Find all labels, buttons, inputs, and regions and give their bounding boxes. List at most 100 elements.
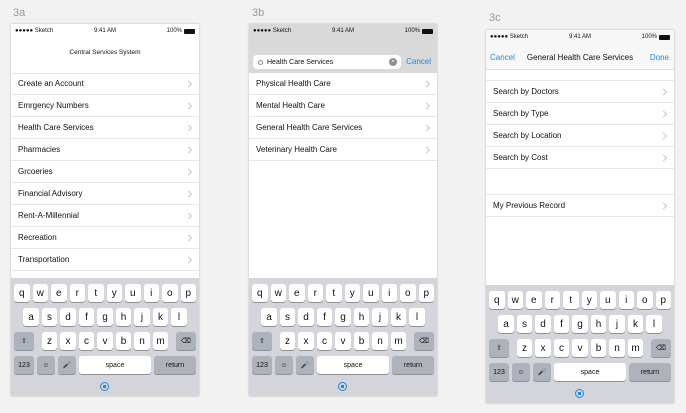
key-e[interactable]: e — [51, 284, 67, 302]
list-item-create-account[interactable]: Create an Account — [11, 73, 199, 95]
key-q[interactable]: q — [252, 284, 268, 302]
key-p[interactable]: p — [180, 284, 196, 302]
key-y[interactable]: y — [581, 291, 597, 309]
key-h[interactable]: h — [590, 315, 607, 333]
emoji-key[interactable]: ☺ — [275, 356, 293, 374]
key-b[interactable]: b — [115, 332, 132, 350]
list-item-groceries[interactable]: Grcoeries — [11, 161, 199, 183]
list-item-previous-record[interactable]: My Previous Record — [486, 195, 674, 217]
key-z[interactable]: z — [41, 332, 58, 350]
backspace-key[interactable]: ⌫ — [651, 339, 671, 357]
list-item-financial-advisory[interactable]: Financial Advisory — [11, 183, 199, 205]
key-j[interactable]: j — [372, 308, 388, 326]
key-r[interactable]: r — [307, 284, 323, 302]
key-t[interactable]: t — [326, 284, 342, 302]
backspace-key[interactable]: ⌫ — [414, 332, 434, 350]
key-m[interactable]: m — [390, 332, 407, 350]
search-input[interactable]: Health Care Services × — [253, 55, 401, 69]
key-v[interactable]: v — [572, 339, 588, 357]
list-item-veterinary-health-care[interactable]: Veterinary Health Care — [249, 139, 437, 161]
key-u[interactable]: u — [125, 284, 141, 302]
key-r[interactable]: r — [544, 291, 560, 309]
key-g[interactable]: g — [97, 308, 113, 326]
key-y[interactable]: y — [344, 284, 360, 302]
key-z[interactable]: z — [516, 339, 533, 357]
key-a[interactable]: a — [498, 315, 514, 333]
cancel-button[interactable]: Cancel — [406, 57, 431, 66]
key-d[interactable]: d — [535, 315, 551, 333]
key-b[interactable]: b — [353, 332, 370, 350]
return-key[interactable]: return — [154, 356, 196, 374]
key-i[interactable]: i — [381, 284, 397, 302]
key-d[interactable]: d — [298, 308, 314, 326]
shift-key[interactable]: ⇧ — [14, 332, 34, 350]
key-c[interactable]: c — [78, 332, 95, 350]
key-s[interactable]: s — [279, 308, 296, 326]
return-key[interactable]: return — [629, 363, 671, 381]
key-k[interactable]: k — [390, 308, 407, 326]
key-o[interactable]: o — [400, 284, 416, 302]
key-f[interactable]: f — [316, 308, 333, 326]
key-z[interactable]: z — [279, 332, 296, 350]
shift-key[interactable]: ⇧ — [489, 339, 509, 357]
list-item-health-care-services[interactable]: Health Care Services — [11, 117, 199, 139]
key-m[interactable]: m — [627, 339, 644, 357]
home-indicator-icon[interactable] — [338, 382, 347, 391]
microphone-key[interactable]: 🎤 — [533, 363, 551, 381]
key-y[interactable]: y — [106, 284, 122, 302]
key-d[interactable]: d — [60, 308, 76, 326]
shift-key[interactable]: ⇧ — [252, 332, 272, 350]
key-f[interactable]: f — [553, 315, 570, 333]
key-p[interactable]: p — [655, 291, 671, 309]
list-item-rent-a-millennial[interactable]: Rent-A-Millennial — [11, 205, 199, 227]
key-l[interactable]: l — [171, 308, 187, 326]
list-item-search-by-doctors[interactable]: Search by Doctors — [486, 81, 674, 103]
key-h[interactable]: h — [115, 308, 132, 326]
key-x[interactable]: x — [298, 332, 314, 350]
done-button[interactable]: Done — [650, 53, 669, 62]
key-k[interactable]: k — [627, 315, 644, 333]
key-n[interactable]: n — [609, 339, 625, 357]
list-item-general-health-care-services[interactable]: General Health Care Services — [249, 117, 437, 139]
key-r[interactable]: r — [69, 284, 85, 302]
key-p[interactable]: p — [418, 284, 434, 302]
key-f[interactable]: f — [78, 308, 95, 326]
key-l[interactable]: l — [646, 315, 662, 333]
key-s[interactable]: s — [41, 308, 58, 326]
list-item-transportation[interactable]: Transportation — [11, 249, 199, 271]
key-q[interactable]: q — [14, 284, 30, 302]
key-a[interactable]: a — [23, 308, 39, 326]
key-g[interactable]: g — [335, 308, 351, 326]
key-b[interactable]: b — [590, 339, 607, 357]
space-key[interactable]: space — [554, 363, 626, 381]
list-item-search-by-cost[interactable]: Search by Cost — [486, 147, 674, 169]
key-i[interactable]: i — [143, 284, 159, 302]
key-c[interactable]: c — [553, 339, 570, 357]
key-w[interactable]: w — [32, 284, 48, 302]
key-j[interactable]: j — [609, 315, 625, 333]
key-x[interactable]: x — [60, 332, 76, 350]
key-u[interactable]: u — [600, 291, 616, 309]
key-c[interactable]: c — [316, 332, 333, 350]
key-a[interactable]: a — [261, 308, 277, 326]
key-e[interactable]: e — [526, 291, 542, 309]
key-w[interactable]: w — [507, 291, 523, 309]
backspace-key[interactable]: ⌫ — [176, 332, 196, 350]
key-h[interactable]: h — [353, 308, 370, 326]
key-o[interactable]: o — [637, 291, 653, 309]
list-item-mental-health-care[interactable]: Mental Health Care — [249, 95, 437, 117]
space-key[interactable]: space — [317, 356, 389, 374]
key-u[interactable]: u — [363, 284, 379, 302]
microphone-key[interactable]: 🎤 — [58, 356, 76, 374]
key-i[interactable]: i — [618, 291, 634, 309]
home-indicator-icon[interactable] — [575, 389, 584, 398]
key-e[interactable]: e — [289, 284, 305, 302]
list-item-recreation[interactable]: Recreation — [11, 227, 199, 249]
list-item-search-by-location[interactable]: Search by Location — [486, 125, 674, 147]
key-l[interactable]: l — [409, 308, 425, 326]
numbers-key[interactable]: 123 — [252, 356, 272, 374]
key-w[interactable]: w — [270, 284, 286, 302]
numbers-key[interactable]: 123 — [489, 363, 509, 381]
list-item-pharmacies[interactable]: Pharmacies — [11, 139, 199, 161]
key-v[interactable]: v — [97, 332, 113, 350]
